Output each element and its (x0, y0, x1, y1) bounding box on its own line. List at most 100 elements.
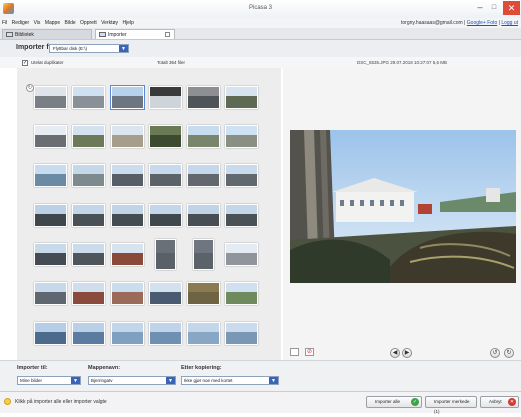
menu-item-fil[interactable]: Fil (2, 18, 7, 28)
library-icon (6, 32, 13, 37)
menu-item-bilde[interactable]: Bilde (65, 18, 76, 28)
photo-thumbnail[interactable] (225, 282, 258, 305)
photo-thumbnail[interactable] (187, 282, 220, 305)
thumbnail-sky (112, 323, 143, 333)
photo-thumbnail[interactable] (111, 243, 144, 266)
photo-thumbnail[interactable] (111, 322, 144, 345)
photo-thumbnail[interactable] (34, 204, 67, 227)
thumbnail-ground (73, 135, 104, 147)
next-photo-button[interactable]: ▶ (402, 348, 412, 358)
thumbnail-sky (73, 165, 104, 175)
photo-thumbnail[interactable] (34, 125, 67, 148)
photo-thumbnail[interactable] (149, 164, 182, 187)
photo-thumbnail[interactable] (225, 243, 258, 266)
photo-thumbnail[interactable] (149, 322, 182, 345)
photo-thumbnail[interactable] (111, 86, 144, 109)
import-selected-button[interactable]: Importer merkede (1) (425, 396, 477, 414)
folder-name-field[interactable]: Bjerringatv ▼ (88, 376, 176, 385)
photo-thumbnail[interactable] (34, 243, 67, 266)
title-bar: Picasa 3 – □ ✕ (0, 0, 521, 19)
thumbnail-ground (73, 292, 104, 304)
lightbulb-icon (4, 398, 11, 405)
import-all-button[interactable]: Importer alle ✓ (366, 396, 422, 408)
menu-item-mappe[interactable]: Mappe (45, 18, 60, 28)
photo-preview (290, 130, 516, 283)
minimize-button[interactable]: – (474, 2, 486, 14)
rotate-left-button[interactable]: ↺ (490, 348, 500, 358)
photo-thumbnail[interactable] (149, 204, 182, 227)
thumbnail-sky (73, 244, 104, 254)
photo-thumbnail[interactable] (187, 322, 220, 345)
previous-photo-button[interactable]: ◀ (390, 348, 400, 358)
photo-thumbnail[interactable] (149, 125, 182, 148)
photo-thumbnail[interactable] (72, 164, 105, 187)
rotate-right-button[interactable]: ↻ (504, 348, 514, 358)
after-copy-dropdown[interactable]: Ikke gjør noe med kortet ▼ (181, 376, 279, 385)
photo-thumbnail[interactable] (225, 125, 258, 148)
photo-thumbnail[interactable] (72, 204, 105, 227)
photo-thumbnail[interactable] (187, 204, 220, 227)
photo-thumbnail[interactable] (187, 164, 220, 187)
import-source-row: Importer fra: Flyttbar disk (E:\) ▼ (0, 40, 521, 58)
thumbnail-ground (112, 174, 143, 186)
photo-thumbnail[interactable] (111, 164, 144, 187)
thumbnail-sky (35, 87, 66, 97)
photo-thumbnail[interactable] (111, 282, 144, 305)
account-separator: | (464, 20, 466, 26)
thumbnail-sky (226, 165, 257, 175)
close-button[interactable]: ✕ (503, 1, 520, 15)
photo-thumbnail[interactable] (149, 282, 182, 305)
menu-item-rediger[interactable]: Rediger (12, 18, 30, 28)
thumbnail-ground (73, 214, 104, 226)
thumbnail-sky (150, 87, 181, 97)
photo-thumbnail[interactable] (111, 125, 144, 148)
menu-item-opprett[interactable]: Opprett (80, 18, 97, 28)
thumbnail-ground (150, 135, 181, 147)
menu-item-hjelp[interactable]: Hjelp (122, 18, 133, 28)
photo-thumbnail[interactable] (34, 282, 67, 305)
photo-thumbnail[interactable] (72, 282, 105, 305)
account-area: torgny.haasaas@gmail.com | Google+ Foto … (401, 18, 518, 28)
import-to-dropdown[interactable]: Mine bilder ▼ (17, 376, 81, 385)
photo-thumbnail[interactable] (155, 239, 176, 270)
photo-thumbnail[interactable] (187, 125, 220, 148)
import-source-dropdown[interactable]: Flyttbar disk (E:\) ▼ (49, 44, 129, 53)
menu-item-vis[interactable]: Vis (34, 18, 41, 28)
google-plus-photos-link[interactable]: Google+ Foto (467, 20, 497, 26)
sign-out-link[interactable]: Logg ut (501, 20, 518, 26)
preview-tool-button[interactable] (290, 348, 299, 356)
photo-thumbnail[interactable] (111, 204, 144, 227)
thumbnail-sky (188, 205, 219, 215)
photo-thumbnail[interactable] (72, 86, 105, 109)
menu-bar: Fil Rediger Vis Mappe Bilde Opprett Verk… (0, 18, 521, 28)
menu-item-verktoy[interactable]: Verktøy (101, 18, 118, 28)
tab-importer[interactable]: Importer (95, 29, 175, 39)
photo-thumbnail[interactable] (225, 204, 258, 227)
after-copy-value: Ikke gjør noe med kortet (184, 378, 233, 383)
photo-thumbnail[interactable] (34, 322, 67, 345)
exclude-duplicates-checkbox[interactable]: ✓ (22, 60, 28, 66)
photo-thumbnail[interactable] (34, 86, 67, 109)
thumbnail-ground (35, 135, 66, 147)
photo-thumbnail[interactable] (72, 243, 105, 266)
rotate-icon[interactable]: ↻ (26, 84, 34, 92)
close-tab-icon[interactable] (165, 32, 170, 37)
photo-thumbnail[interactable] (225, 86, 258, 109)
maximize-button[interactable]: □ (488, 2, 500, 14)
photo-thumbnail[interactable] (149, 86, 182, 109)
photo-thumbnail[interactable] (72, 125, 105, 148)
photo-thumbnail[interactable] (225, 164, 258, 187)
window-title: Picasa 3 (248, 5, 272, 11)
photo-thumbnail[interactable] (187, 86, 220, 109)
thumbnail-grid: ↻ ▼ (17, 68, 298, 360)
photo-thumbnail[interactable] (225, 322, 258, 345)
import-to-label: Importer til: (17, 365, 48, 371)
thumbnail-ground (226, 135, 257, 147)
tab-bibliotek[interactable]: Bibliotek (2, 29, 92, 39)
cancel-button[interactable]: Avbryt ✕ (480, 396, 519, 408)
exclude-photo-button[interactable]: ⊘ (305, 348, 314, 356)
photo-thumbnail[interactable] (34, 164, 67, 187)
photo-thumbnail[interactable] (193, 239, 214, 270)
photo-thumbnail[interactable] (72, 322, 105, 345)
thumbnail-sky (150, 323, 181, 333)
